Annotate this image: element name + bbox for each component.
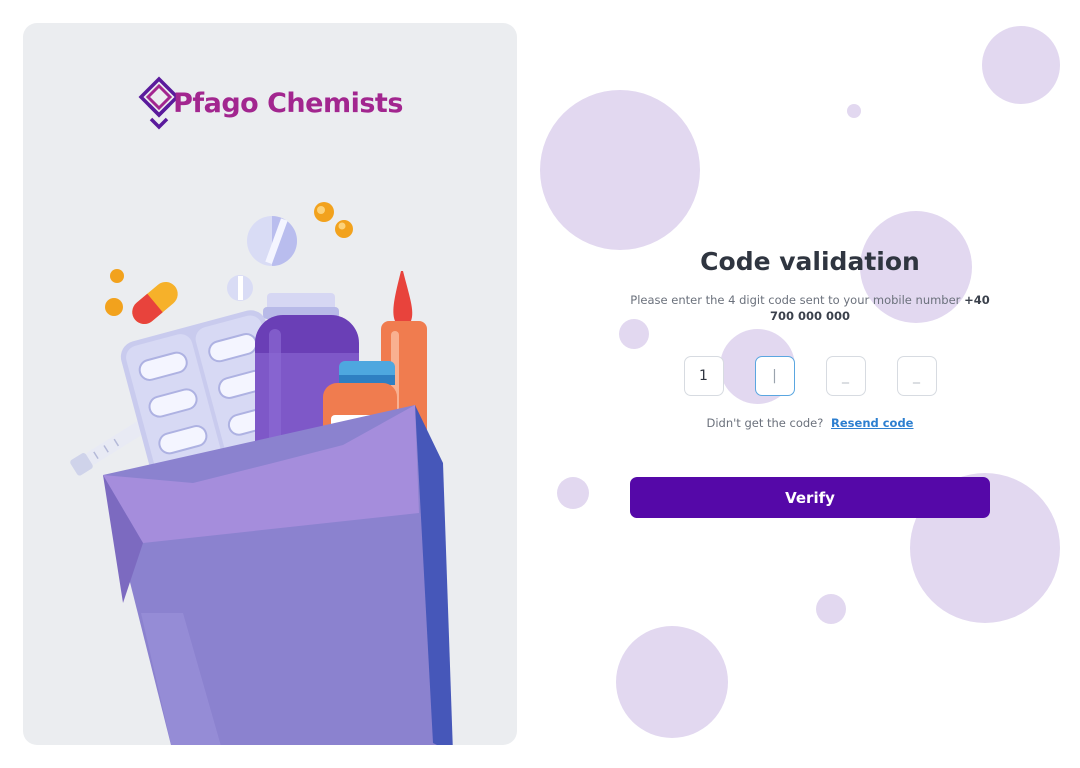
decorative-bubble bbox=[847, 104, 861, 118]
decorative-bubble bbox=[540, 90, 700, 250]
decorative-bubble bbox=[557, 477, 589, 509]
verify-button[interactable]: Verify bbox=[630, 477, 990, 518]
code-validation-form: Code validation Please enter the 4 digit… bbox=[630, 247, 990, 430]
instructions-text: Please enter the 4 digit code sent to yo… bbox=[630, 292, 990, 324]
hero-panel: Pfago Chemists bbox=[23, 23, 517, 745]
brand-name: Pfago Chemists bbox=[173, 87, 403, 119]
decorative-bubble bbox=[816, 594, 846, 624]
instructions-label: Please enter the 4 digit code sent to yo… bbox=[630, 293, 961, 307]
brand-logo: Pfago Chemists bbox=[23, 75, 517, 131]
code-digit-2[interactable]: | bbox=[754, 356, 795, 396]
page-title: Code validation bbox=[700, 247, 920, 276]
resend-code-link[interactable]: Resend code bbox=[831, 416, 913, 430]
decorative-bubble bbox=[982, 26, 1060, 104]
code-digit-1[interactable]: 1 bbox=[683, 356, 724, 396]
code-digit-4[interactable]: _ bbox=[896, 356, 937, 396]
resend-prompt: Didn't get the code? bbox=[706, 416, 824, 430]
code-input-group: 1 | _ _ bbox=[630, 356, 990, 396]
pharmacy-bag-illustration bbox=[70, 202, 453, 745]
code-digit-3[interactable]: _ bbox=[825, 356, 866, 396]
resend-row: Didn't get the code? Resend code bbox=[630, 416, 990, 430]
decorative-bubble bbox=[616, 626, 728, 738]
